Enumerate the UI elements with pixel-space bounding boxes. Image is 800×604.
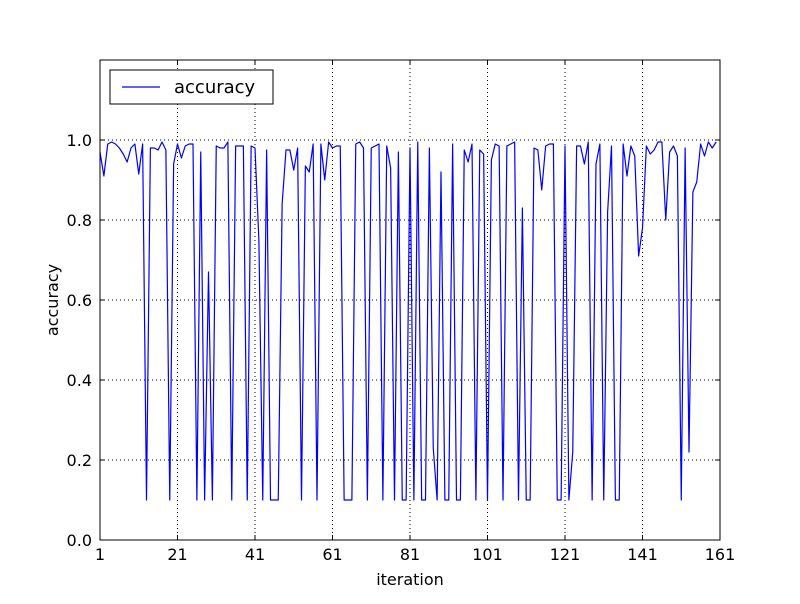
x-axis-label: iteration: [376, 570, 444, 589]
y-tick-label: 0.2: [67, 451, 92, 470]
y-tick-label: 1.0: [67, 131, 92, 150]
x-tick-label: 1: [95, 545, 105, 564]
y-tick-label: 0.8: [67, 211, 92, 230]
accuracy-line-chart: 1 21 41 61 81 101 121 141 161 0.00.20.40.60.81.0…: [0, 0, 800, 600]
legend: accuracy: [109, 69, 274, 105]
x-tick-label: 41: [245, 545, 265, 564]
x-tick-label: 81: [400, 545, 420, 564]
x-tick-label: 121: [550, 545, 581, 564]
x-tick-label: 161: [705, 545, 736, 564]
y-axis-label: accuracy: [43, 264, 62, 336]
x-tick-label: 21: [167, 545, 187, 564]
x-tick-label: 141: [627, 545, 658, 564]
x-tick-label: 61: [322, 545, 342, 564]
x-tick-label: 101: [472, 545, 503, 564]
legend-label-accuracy: accuracy: [174, 77, 256, 98]
y-tick-label: 0.4: [67, 371, 92, 390]
y-tick-label: 0.0: [67, 531, 92, 550]
y-tick-label: 0.6: [67, 291, 92, 310]
